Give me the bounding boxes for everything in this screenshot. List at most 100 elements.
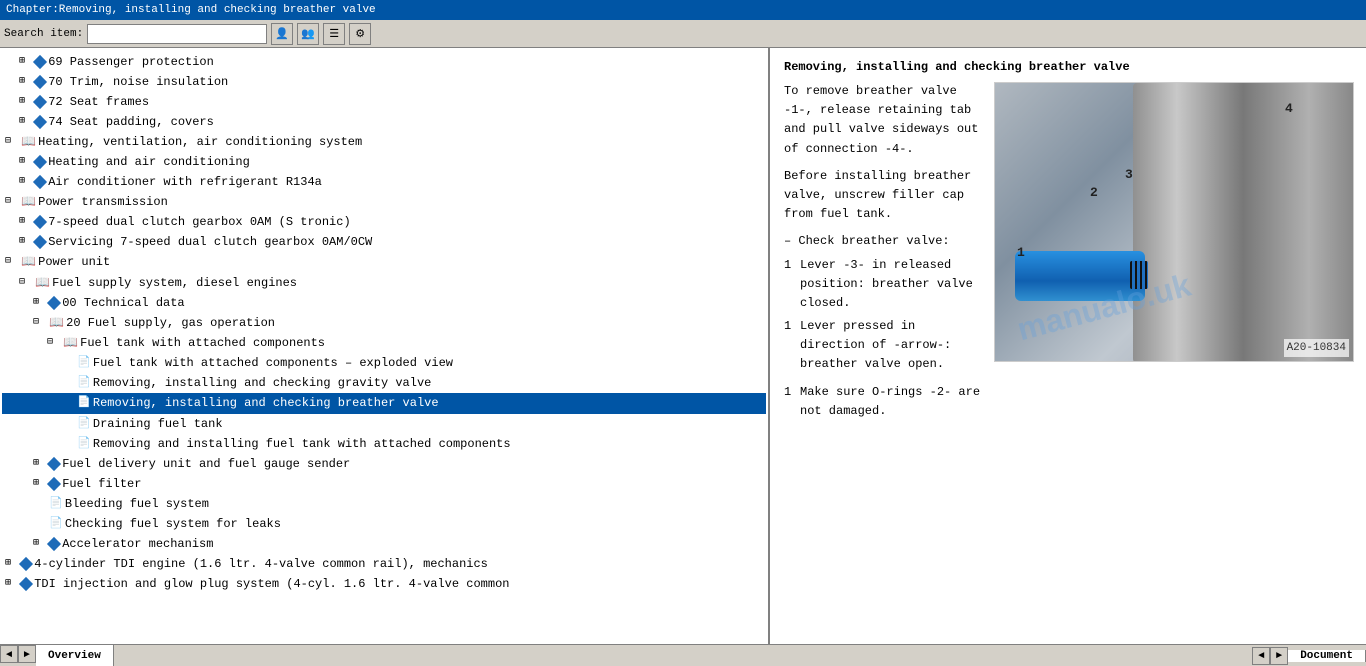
user-icon-btn[interactable]: 👤: [271, 23, 293, 45]
tree-item[interactable]: ⊟ 📖20 Fuel supply, gas operation: [2, 313, 766, 333]
diamond-icon: [42, 455, 62, 473]
tree-item[interactable]: ⊟ 📖Fuel tank with attached components: [2, 333, 766, 353]
label-4: 4: [1285, 99, 1293, 119]
label-3: 3: [1125, 165, 1133, 185]
tree-item-label: Fuel tank with attached components – exp…: [93, 354, 453, 372]
book-icon: 📖: [14, 133, 38, 151]
tree-item[interactable]: ⊞ Heating and air conditioning: [2, 152, 766, 172]
expand-icon[interactable]: ⊞: [16, 73, 28, 91]
tree-item[interactable]: ⊟ 📖Power unit: [2, 252, 766, 272]
expand-icon[interactable]: ⊟: [2, 133, 14, 151]
tree-item[interactable]: 📄Draining fuel tank: [2, 414, 766, 434]
expand-icon[interactable]: ⊟: [44, 334, 56, 352]
diamond-icon: [28, 113, 48, 131]
tree-item[interactable]: ⊞ 70 Trim, noise insulation: [2, 72, 766, 92]
tree-item[interactable]: 📄Removing, installing and checking gravi…: [2, 373, 766, 393]
expand-icon[interactable]: ⊟: [30, 314, 42, 332]
tree-item[interactable]: ⊞ 72 Seat frames: [2, 92, 766, 112]
expand-icon[interactable]: ⊞: [16, 233, 28, 251]
left-arrow-btn[interactable]: ◄: [0, 645, 18, 663]
tree-item[interactable]: ⊟ 📖Power transmission: [2, 192, 766, 212]
right-panel: Removing, installing and checking breath…: [770, 48, 1366, 644]
diamond-icon: [28, 233, 48, 251]
tree-item-label: Power unit: [38, 253, 110, 271]
tree-item-label: Power transmission: [38, 193, 168, 211]
tree-item[interactable]: 📄Removing, installing and checking breat…: [2, 393, 766, 413]
tree-item[interactable]: ⊞ 00 Technical data: [2, 293, 766, 313]
settings-icon-btn[interactable]: ⚙: [349, 23, 371, 45]
expand-icon[interactable]: ⊞: [2, 575, 14, 593]
doc-icon: 📄: [42, 495, 65, 513]
image-column: 1 2 3 4 manualo.uk A20-10834: [994, 82, 1354, 425]
expand-icon[interactable]: ⊞: [16, 153, 28, 171]
bottom-right: ◄ ► Document: [1252, 645, 1366, 666]
expand-icon[interactable]: ⊟: [2, 253, 14, 271]
tree-item-label: Checking fuel system for leaks: [65, 515, 281, 533]
step-1: 1 Lever -3- in released position: breath…: [784, 256, 984, 314]
overview-tab[interactable]: Overview: [36, 645, 114, 666]
tree-item[interactable]: ⊞ Fuel delivery unit and fuel gauge send…: [2, 454, 766, 474]
diagram-code: A20-10834: [1284, 339, 1349, 358]
right-arrow-btn[interactable]: ►: [18, 645, 36, 663]
diamond-icon: [42, 535, 62, 553]
tree-item[interactable]: ⊞ Accelerator mechanism: [2, 534, 766, 554]
expand-icon[interactable]: ⊟: [2, 193, 14, 211]
tree-item-label: Fuel filter: [62, 475, 141, 493]
doc-icon: 📄: [70, 374, 93, 392]
tree-item[interactable]: ⊞ Servicing 7-speed dual clutch gearbox …: [2, 232, 766, 252]
tree-item-label: Heating, ventilation, air conditioning s…: [38, 133, 362, 151]
tree-item-label: 70 Trim, noise insulation: [48, 73, 228, 91]
tree-item[interactable]: ⊞ Fuel filter: [2, 474, 766, 494]
tree-item[interactable]: ⊞ 74 Seat padding, covers: [2, 112, 766, 132]
step-2: 1 Lever pressed in direction of -arrow-:…: [784, 317, 984, 375]
expand-icon[interactable]: ⊞: [16, 113, 28, 131]
tree-container[interactable]: ⊞ 69 Passenger protection⊞ 70 Trim, nois…: [0, 48, 768, 644]
tree-item[interactable]: 📄Bleeding fuel system: [2, 494, 766, 514]
book-icon: 📖: [14, 253, 38, 271]
right-left-arrow-btn[interactable]: ◄: [1252, 647, 1270, 665]
expand-icon[interactable]: ⊞: [16, 173, 28, 191]
label-1: 1: [1017, 243, 1025, 263]
title-text: Chapter:Removing, installing and checkin…: [6, 4, 376, 16]
diamond-icon: [28, 73, 48, 91]
book-icon: 📖: [28, 274, 52, 292]
search-input[interactable]: [87, 24, 267, 44]
diamond-icon: [28, 213, 48, 231]
tree-item[interactable]: 📄Checking fuel system for leaks: [2, 514, 766, 534]
tree-item-label: Fuel delivery unit and fuel gauge sender: [62, 455, 350, 473]
tree-item[interactable]: ⊞ 7-speed dual clutch gearbox 0AM (S tro…: [2, 212, 766, 232]
tree-item-label: Heating and air conditioning: [48, 153, 250, 171]
tree-item-label: Servicing 7-speed dual clutch gearbox 0A…: [48, 233, 372, 251]
tree-item[interactable]: ⊞ 4-cylinder TDI engine (1.6 ltr. 4-valv…: [2, 554, 766, 574]
doc-title: Removing, installing and checking breath…: [784, 58, 1352, 76]
expand-icon[interactable]: ⊞: [2, 555, 14, 573]
expand-icon[interactable]: ⊟: [16, 274, 28, 292]
user2-icon-btn[interactable]: 👥: [297, 23, 319, 45]
tree-item-label: Fuel supply system, diesel engines: [52, 274, 297, 292]
doc-icon: 📄: [70, 415, 93, 433]
expand-icon[interactable]: ⊞: [30, 294, 42, 312]
expand-icon[interactable]: ⊞: [30, 455, 42, 473]
tree-item[interactable]: ⊞ 69 Passenger protection: [2, 52, 766, 72]
tree-item[interactable]: ⊟ 📖Fuel supply system, diesel engines: [2, 273, 766, 293]
tree-item[interactable]: ⊞ Air conditioner with refrigerant R134a: [2, 172, 766, 192]
list-icon-btn[interactable]: ☰: [323, 23, 345, 45]
text-column: To remove breather valve -1-, release re…: [784, 82, 984, 425]
tree-item[interactable]: 📄Removing and installing fuel tank with …: [2, 434, 766, 454]
expand-icon[interactable]: ⊞: [30, 535, 42, 553]
expand-icon[interactable]: ⊞: [16, 53, 28, 71]
document-tab[interactable]: Document: [1288, 650, 1366, 662]
diamond-icon: [28, 53, 48, 71]
diamond-icon: [14, 575, 34, 593]
tree-item[interactable]: ⊞ TDI injection and glow plug system (4-…: [2, 574, 766, 594]
diamond-icon: [14, 555, 34, 573]
expand-icon[interactable]: ⊞: [30, 475, 42, 493]
tree-item-label: Draining fuel tank: [93, 415, 223, 433]
expand-icon[interactable]: ⊞: [16, 213, 28, 231]
tree-item[interactable]: ⊟ 📖Heating, ventilation, air conditionin…: [2, 132, 766, 152]
tree-item[interactable]: 📄Fuel tank with attached components – ex…: [2, 353, 766, 373]
expand-icon[interactable]: ⊞: [16, 93, 28, 111]
title-bar: Chapter:Removing, installing and checkin…: [0, 0, 1366, 20]
right-right-arrow-btn[interactable]: ►: [1270, 647, 1288, 665]
doc-icon: 📄: [70, 354, 93, 372]
